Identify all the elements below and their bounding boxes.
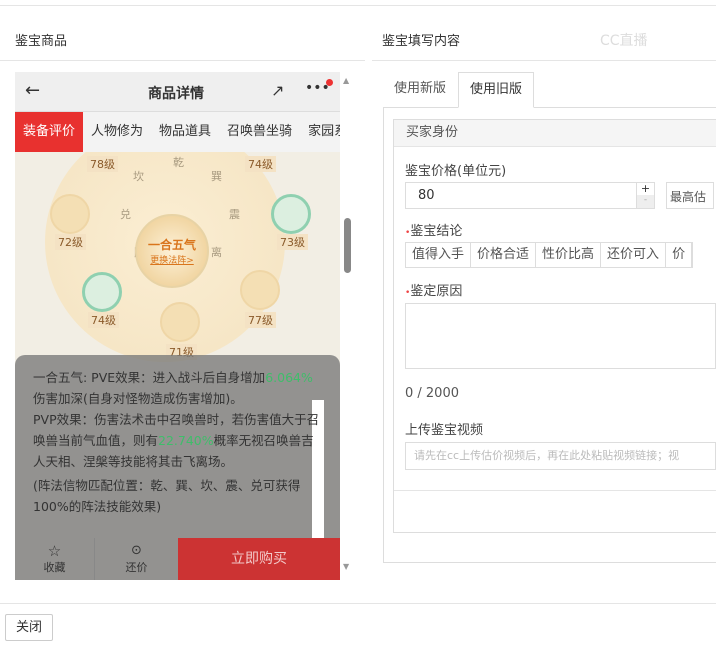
top-divider (0, 5, 716, 6)
skill-description: 一合五气: PVE效果：进入战斗后自身增加6.064% 伤害加深(自身对怪物造成伤… (33, 367, 325, 517)
formation-slot[interactable] (160, 302, 200, 342)
price-label: 鉴宝价格(单位元) (405, 164, 507, 179)
conclusion-option[interactable]: 价 (666, 243, 693, 267)
divider (372, 60, 716, 61)
slot-level: 73级 (277, 234, 308, 250)
favorite-label: 收藏 (43, 561, 66, 574)
divider (394, 490, 716, 491)
buyer-identity-section[interactable]: 买家身份 (394, 120, 716, 147)
left-panel-title: 鉴宝商品 (15, 34, 68, 49)
phone-tabs: 装备评价 人物修为 物品道具 召唤兽坐骑 家园系 (15, 112, 340, 152)
desc-text: 一合五气: PVE效果：进入战斗后自身增加 (33, 370, 266, 385)
increment-button[interactable]: + (636, 182, 654, 195)
slot-level: 74级 (88, 312, 119, 328)
position-label: 震 (229, 208, 240, 221)
position-label: 离 (211, 246, 222, 259)
conclusion-option[interactable]: 价格合适 (471, 243, 537, 267)
right-panel-title: 鉴宝填写内容 (382, 34, 461, 49)
tab-items[interactable]: 物品道具 (151, 112, 219, 152)
phone-header: ← 商品详情 ↗ ••• (15, 72, 340, 112)
star-icon: ☆ (47, 542, 62, 560)
tab-equipment[interactable]: 装备评价 (15, 112, 84, 152)
formation-slot-item[interactable] (82, 272, 122, 312)
desc-text: 伤害加深(自身对怪物造成伤害增加)。 (33, 391, 243, 406)
price-value: 80 (418, 188, 435, 203)
conclusion-option[interactable]: 还价可入 (601, 243, 667, 267)
bargain-button[interactable]: ⊙ 还价 (95, 538, 178, 580)
product-preview: 乾 巽 坎 震 兑 离 坤 艮 一合五气更换法阵> 78级 74级 72级 73… (15, 72, 340, 580)
tab-character[interactable]: 人物修为 (83, 112, 151, 152)
reason-char-count: 0 / 2000 (405, 386, 459, 401)
appraisal-form: 买家身份 鉴宝价格(单位元) 80 + - 最高估 •鉴宝结论 值得入手 价格合… (393, 119, 716, 533)
scroll-up-icon[interactable]: ▲ (343, 76, 349, 85)
scrollbar-thumb[interactable] (344, 218, 351, 273)
favorite-button[interactable]: ☆ 收藏 (15, 538, 95, 580)
back-arrow-icon[interactable]: ← (25, 80, 40, 101)
conclusion-label: 鉴宝结论 (410, 224, 463, 239)
reason-textarea[interactable] (405, 303, 716, 369)
position-label: 兑 (120, 208, 131, 221)
pve-value: 6.064% (265, 370, 313, 385)
position-label: 坎 (133, 170, 144, 183)
max-estimate-button[interactable]: 最高估 (666, 182, 714, 209)
conclusion-options: 值得入手 价格合适 性价比高 还价可入 价 (405, 242, 694, 268)
bargain-icon: ⊙ (131, 543, 142, 558)
video-link-input[interactable]: 请先在cc上传估价视频后，再在此处粘贴视频链接；视 (405, 442, 716, 470)
phone-bottom-bar: ☆ 收藏 ⊙ 还价 立即购买 (15, 538, 340, 580)
scroll-down-icon[interactable]: ▼ (343, 562, 349, 571)
formation-center-button[interactable]: 一合五气 更换法阵> (135, 214, 209, 288)
buy-now-button[interactable]: 立即购买 (178, 538, 340, 580)
reason-label: 鉴定原因 (410, 284, 463, 299)
preview-scrollbar[interactable]: ▲ ▼ (342, 76, 352, 571)
tab-old-version[interactable]: 使用旧版 (458, 72, 535, 108)
tab-new-version[interactable]: 使用新版 (383, 72, 457, 108)
watermark-logo: CC直播 (600, 33, 648, 49)
slot-level: 77级 (245, 312, 276, 328)
conclusion-option[interactable]: 性价比高 (536, 243, 602, 267)
header-title: 商品详情 (148, 86, 204, 102)
slot-level: 78级 (87, 156, 118, 172)
formation-match-note: (阵法信物匹配位置：乾、巽、坎、震、兑可获得100%的阵法技能效果) (33, 478, 301, 514)
formation-name: 一合五气 (147, 238, 196, 252)
close-button[interactable]: 关闭 (5, 614, 53, 641)
slot-level: 74级 (245, 156, 276, 172)
share-icon[interactable]: ↗ (271, 81, 284, 100)
pvp-value: 22.740% (158, 433, 214, 448)
position-label: 乾 (173, 156, 184, 169)
video-label: 上传鉴宝视频 (405, 423, 484, 438)
slot-level: 72级 (55, 234, 86, 250)
bargain-label: 还价 (125, 561, 148, 574)
formation-slot[interactable] (240, 270, 280, 310)
notification-dot (326, 79, 333, 86)
footer-divider (0, 603, 716, 604)
formation-slot-item[interactable] (271, 194, 311, 234)
formation-slot[interactable] (50, 194, 90, 234)
position-label: 巽 (211, 170, 222, 183)
divider (0, 60, 365, 61)
tab-pets[interactable]: 召唤兽坐骑 (219, 112, 300, 152)
change-formation-link[interactable]: 更换法阵> (137, 253, 207, 266)
tab-home[interactable]: 家园系 (300, 112, 340, 152)
decrement-button[interactable]: - (636, 195, 654, 208)
conclusion-option[interactable]: 值得入手 (406, 243, 472, 267)
price-input[interactable]: 80 + - (405, 182, 655, 209)
